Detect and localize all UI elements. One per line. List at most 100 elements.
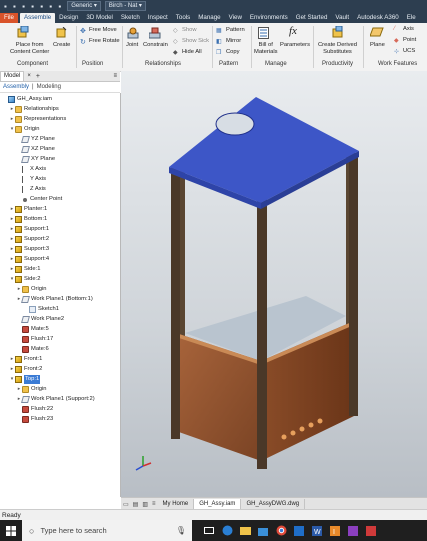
tree-node[interactable]: Z Axis [16,185,46,194]
start-button[interactable] [0,520,22,541]
tree-node[interactable]: ▸ Support:3 [9,245,49,254]
bill-of-materials-icon[interactable] [258,27,269,39]
bill-of-materials-button[interactable]: Bill of Materials [254,42,278,56]
tab-inspect[interactable]: Inspect [144,13,172,23]
edge-browser-icon[interactable] [220,520,234,541]
create-button[interactable]: Create [53,42,70,49]
material-combo[interactable]: Birch - Nat ▾ [104,1,146,11]
tree-node[interactable]: Flush:23 [16,415,53,424]
tree-node[interactable]: Y Axis [16,175,46,184]
point-button[interactable]: Point [403,37,416,44]
tree-node[interactable]: ▸ Bottom:1 [9,215,47,224]
derived-substitutes-icon[interactable] [332,26,344,38]
tab-environments[interactable]: Environments [246,13,292,23]
show-sick-button[interactable]: Show Sick [182,38,209,45]
tree-node[interactable]: ▸ Planter:1 [9,205,47,214]
tab-model[interactable]: Model [0,71,25,81]
hide-all-button[interactable]: Hide All [182,49,202,56]
tab-gh-assy-iam[interactable]: GH_Assy.iam [194,498,242,510]
appearance-style-combo[interactable]: Generic ▾ [67,1,101,11]
add-browser-tab-button[interactable]: + [36,73,40,80]
cascade-icon[interactable]: ▤ [131,501,141,508]
tree-node[interactable]: XY Plane [16,155,55,164]
arrange-icon[interactable]: ▥ [140,501,150,508]
tree-node[interactable]: ▾ Origin [9,125,39,134]
tab-get-started[interactable]: Get Started [292,13,332,23]
tree-node[interactable]: X Axis [16,165,46,174]
tree-node[interactable]: ▸ Relationships [9,105,59,114]
tab-menu-icon[interactable]: ≡ [150,501,158,507]
tab-modeling-view[interactable]: Modeling [34,84,64,90]
show-button[interactable]: Show [182,27,197,34]
media-app-icon[interactable] [364,520,378,541]
tab-gh-assy-dwg[interactable]: GH_AssyDWG.dwg [241,498,306,510]
tab-view[interactable]: View [225,13,246,23]
model-3d-view[interactable] [121,71,427,497]
create-icon[interactable] [56,27,67,38]
tree-node[interactable]: ▸ Support:4 [9,255,49,264]
parameters-button[interactable]: Parameters [280,42,310,49]
tab-vault[interactable]: Vault [331,13,353,23]
tab-sketch[interactable]: Sketch [117,13,144,23]
chrome-icon[interactable] [274,520,288,541]
tab-assembly-view[interactable]: Assembly [0,84,32,90]
tree-node[interactable]: ▸ Representations [9,115,66,124]
tab-tools[interactable]: Tools [172,13,194,23]
tab-file[interactable]: File [0,13,18,23]
outlook-icon[interactable] [292,520,306,541]
browser-menu-icon[interactable]: ≡ [113,73,117,79]
tree-node[interactable]: YZ Plane [16,135,55,144]
top-lid[interactable] [169,97,359,203]
tree-node[interactable]: ▸ Side:1 [9,265,40,274]
inventor-icon[interactable]: I [328,520,342,541]
tree-node[interactable]: ▾ Top:1 [9,375,41,384]
taskbar-search-box[interactable]: ○ Type here to search 🎙 [22,520,192,541]
tree-node[interactable]: ▸ Work Plane1 (Support:2) [16,395,95,404]
joint-icon[interactable] [127,27,139,39]
tree-node[interactable]: ▸ Front:1 [9,355,42,364]
tree-node[interactable]: Work Plane2 [16,315,64,324]
word-icon[interactable]: W [310,520,324,541]
tree-node[interactable]: ▾ Side:2 [9,275,40,284]
tile-windows-icon[interactable]: ▭ [121,501,131,508]
tree-node[interactable]: ▸ Origin [16,385,46,394]
plane-icon[interactable] [370,26,384,38]
tree-node[interactable]: ▸ Work Plane1 (Bottom:1) [16,295,93,304]
pattern-button[interactable]: Pattern [226,27,245,34]
joint-button[interactable]: Joint [126,42,138,49]
tree-node[interactable]: Flush:17 [16,335,53,344]
quick-access-toolbar[interactable]: ▪ ▪ ▪ ▪ ▪ ▪ ▪ [4,2,63,11]
tree-node[interactable]: ▸ Support:1 [9,225,49,234]
tab-3d-model[interactable]: 3D Model [82,13,116,23]
place-from-content-center-button[interactable]: Place from Content Center [10,42,49,56]
file-explorer-icon[interactable] [238,520,252,541]
tree-node[interactable]: Mate:6 [16,345,49,354]
task-view-icon[interactable] [202,520,216,541]
tree-node[interactable]: ▸ Origin [16,285,46,294]
tab-my-home[interactable]: My Home [158,498,195,510]
tab-electromechanical[interactable]: Ele [403,13,420,23]
tree-node[interactable]: Flush:22 [16,405,53,414]
close-icon[interactable]: × [24,73,34,79]
tab-assemble[interactable]: Assemble [19,13,56,23]
tree-node[interactable]: Mate:5 [16,325,49,334]
tab-autodesk-a360[interactable]: Autodesk A360 [353,13,403,23]
copy-button[interactable]: Copy [226,49,240,56]
microphone-icon[interactable]: 🎙 [176,526,186,535]
tab-manage[interactable]: Manage [194,13,224,23]
ucs-button[interactable]: UCS [403,48,415,55]
tree-node[interactable]: ▸ Front:2 [9,365,42,374]
plane-button[interactable]: Plane [370,42,385,49]
tab-design[interactable]: Design [55,13,82,23]
tree-node[interactable]: Sketch1 [23,305,59,314]
constrain-button[interactable]: Constrain [143,42,168,49]
tree-node[interactable]: XZ Plane [16,145,55,154]
store-icon[interactable] [256,520,270,541]
place-icon[interactable] [17,26,29,38]
mirror-button[interactable]: Mirror [226,38,241,45]
tree-node[interactable]: Center Point [16,195,62,204]
create-derived-substitutes-button[interactable]: Create Derived Substitutes [318,42,357,56]
tree-node[interactable]: ▸ Support:2 [9,235,49,244]
tree-node[interactable]: GH_Assy.iam [2,95,52,104]
graphics-viewport[interactable] [121,71,427,497]
